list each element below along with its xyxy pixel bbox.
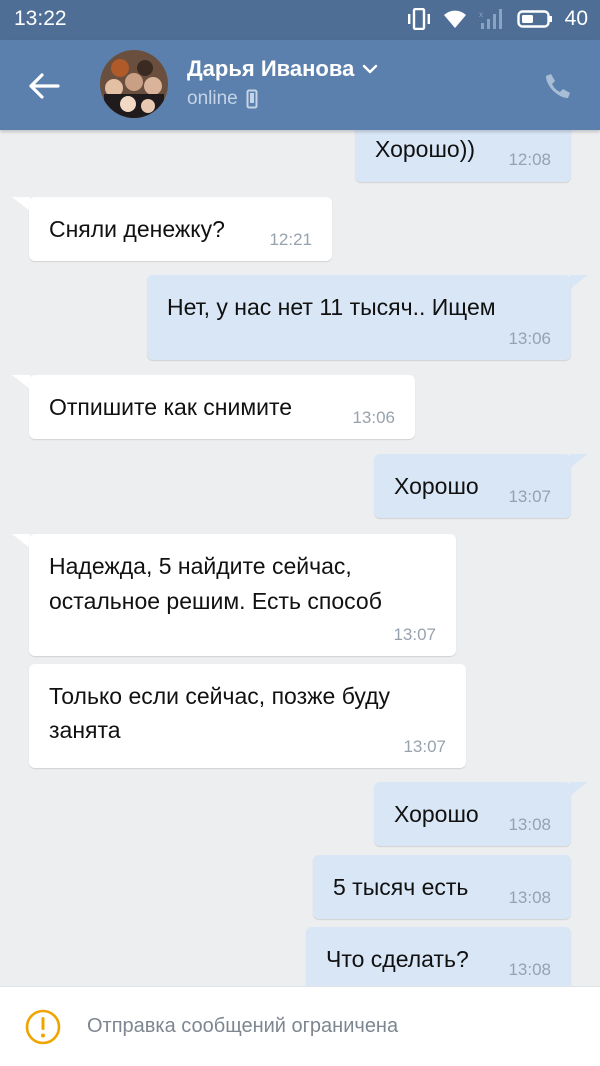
message-time: 13:07 — [508, 487, 551, 506]
avatar[interactable] — [100, 50, 168, 118]
bubble-tail — [570, 454, 588, 468]
restriction-text: Отправка сообщений ограничена — [87, 1015, 399, 1037]
bubble-tail — [570, 782, 588, 796]
message-text: Хорошо)) — [375, 136, 476, 162]
message-text: Сняли денежку? — [49, 216, 225, 242]
battery-icon — [516, 9, 553, 29]
message-bubble-outgoing[interactable]: Нет, у нас нет 11 тысяч.. Ищем 13:06 — [147, 275, 571, 360]
svg-text:x: x — [479, 10, 483, 19]
wifi-icon — [443, 9, 467, 29]
contact-name-button[interactable]: Дарья Иванова — [187, 56, 378, 82]
message-time: 13:06 — [508, 329, 551, 348]
chevron-down-icon — [363, 64, 378, 74]
message-bubble-incoming[interactable]: Отпишите как снимите 13:06 — [29, 375, 415, 439]
chat-header: Дарья Иванова online — [0, 40, 600, 130]
message-time: 12:08 — [508, 150, 551, 169]
warning-icon — [25, 1009, 61, 1045]
group-photo-icon — [100, 50, 168, 118]
bubble-tail — [12, 534, 30, 548]
message-bubble-incoming[interactable]: Только если сейчас, позже буду занята 13… — [29, 664, 466, 768]
vibrate-icon — [407, 8, 431, 30]
message-text: Отпишите как снимите — [49, 394, 293, 420]
signal-icon: x — [479, 8, 505, 30]
bubble-tail — [12, 197, 30, 211]
status-text: online — [187, 88, 238, 109]
contact-name: Дарья Иванова — [187, 56, 355, 81]
messaging-restricted-bar: Отправка сообщений ограничена — [0, 986, 600, 1066]
contact-status: online — [187, 88, 258, 110]
message-text-line: Только если сейчас, позже буду — [49, 683, 391, 709]
message-text-line: остальное решим. Есть способ — [49, 588, 382, 614]
message-time: 13:08 — [508, 888, 551, 907]
status-bar: 13:22 x 40 — [0, 0, 600, 40]
message-bubble-outgoing[interactable]: Что сделать? 13:08 — [306, 927, 571, 986]
message-bubble-outgoing[interactable]: Хорошо 13:07 — [374, 454, 571, 518]
bubble-tail — [570, 275, 588, 289]
message-time: 13:08 — [508, 815, 551, 834]
message-text: 5 тысяч есть — [333, 874, 469, 900]
status-time: 13:22 — [14, 7, 67, 30]
message-text: Хорошо — [394, 473, 479, 499]
message-time: 13:08 — [508, 960, 551, 979]
back-button[interactable] — [22, 64, 66, 108]
message-bubble-outgoing[interactable]: 5 тысяч есть 13:08 — [313, 855, 571, 919]
message-text: Хорошо — [394, 801, 479, 827]
message-bubble-outgoing[interactable]: Хорошо)) 12:08 — [355, 130, 571, 182]
message-bubble-outgoing[interactable]: Хорошо 13:08 — [374, 782, 571, 846]
arrow-left-icon — [29, 73, 60, 99]
mobile-phone-icon — [246, 89, 258, 109]
message-time: 13:07 — [403, 737, 446, 756]
battery-percent: 40 — [564, 7, 588, 30]
message-text-line: Надежда, 5 найдите сейчас, — [49, 553, 352, 579]
bubble-tail — [12, 375, 30, 389]
phone-icon — [546, 74, 570, 98]
message-text-line: занята — [49, 717, 121, 743]
status-icons: x 40 — [407, 6, 588, 32]
message-bubble-incoming[interactable]: Надежда, 5 найдите сейчас, остальное реш… — [29, 534, 456, 656]
message-text: Нет, у нас нет 11 тысяч.. Ищем — [167, 294, 496, 320]
message-bubble-incoming[interactable]: Сняли денежку? 12:21 — [29, 197, 332, 261]
message-text: Что сделать? — [326, 946, 469, 972]
message-time: 13:06 — [352, 408, 395, 427]
message-list[interactable]: Хорошо)) 12:08 Сняли денежку? 12:21 Нет,… — [0, 130, 600, 986]
message-time: 12:21 — [269, 230, 312, 249]
message-time: 13:07 — [393, 625, 436, 644]
call-button[interactable] — [538, 66, 578, 106]
